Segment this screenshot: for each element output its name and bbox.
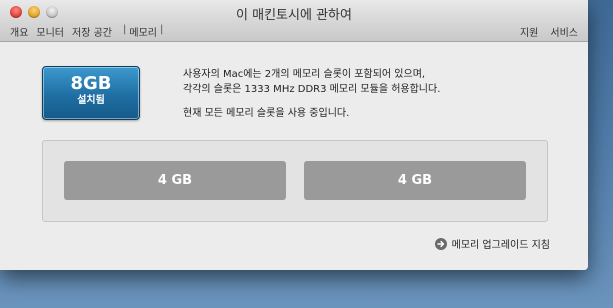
window-title: 이 매킨토시에 관하여 (236, 8, 352, 23)
arrow-right-icon (434, 237, 447, 250)
tab-storage[interactable]: 저장 공간 (72, 24, 112, 39)
memory-description: 사용자의 Mac에는 2개의 메모리 슬롯이 포함되어 있으며, 각각의 슬롯은… (183, 67, 440, 121)
memory-description-line2: 각각의 슬롯은 1333 MHz DDR3 메모리 모듈을 허용합니다. (183, 84, 441, 95)
tab-overview[interactable]: 개요 (10, 24, 28, 39)
memory-panel: 8GB 설치됨 사용자의 Mac에는 2개의 메모리 슬롯이 포함되어 있으며,… (0, 42, 588, 270)
title-bar: 이 매킨토시에 관하여 개요 모니터 저장 공간 | 메모리 | 지원 서비스 (0, 0, 588, 42)
memory-usage-status: 현재 모든 메모리 슬롯을 사용 중입니다. (183, 108, 350, 119)
service-link[interactable]: 서비스 (550, 24, 578, 39)
memory-slots-panel: 4 GB 4 GB (42, 140, 548, 222)
tab-divider: | (159, 24, 164, 35)
memory-slot-1: 4 GB (64, 161, 286, 200)
memory-upgrade-label: 메모리 업그레이드 지침 (451, 240, 550, 251)
tab-divider: | (123, 24, 127, 35)
support-link[interactable]: 지원 (520, 24, 538, 39)
toolbar-right-links: 지원 서비스 (520, 24, 578, 39)
memory-size: 8GB (70, 73, 112, 94)
memory-size-badge: 8GB 설치됨 (42, 66, 140, 120)
tab-memory[interactable]: 메모리 (129, 24, 157, 39)
tab-displays[interactable]: 모니터 (36, 24, 64, 39)
memory-upgrade-link[interactable]: 메모리 업그레이드 지침 (434, 236, 550, 251)
tab-bar: 개요 모니터 저장 공간 | 메모리 | (10, 24, 166, 39)
memory-description-line1: 사용자의 Mac에는 2개의 메모리 슬롯이 포함되어 있으며, (183, 69, 426, 80)
about-this-mac-window: 이 매킨토시에 관하여 개요 모니터 저장 공간 | 메모리 | 지원 서비스 … (0, 0, 588, 270)
memory-installed-label: 설치됨 (77, 95, 105, 106)
memory-slot-2: 4 GB (304, 161, 526, 200)
